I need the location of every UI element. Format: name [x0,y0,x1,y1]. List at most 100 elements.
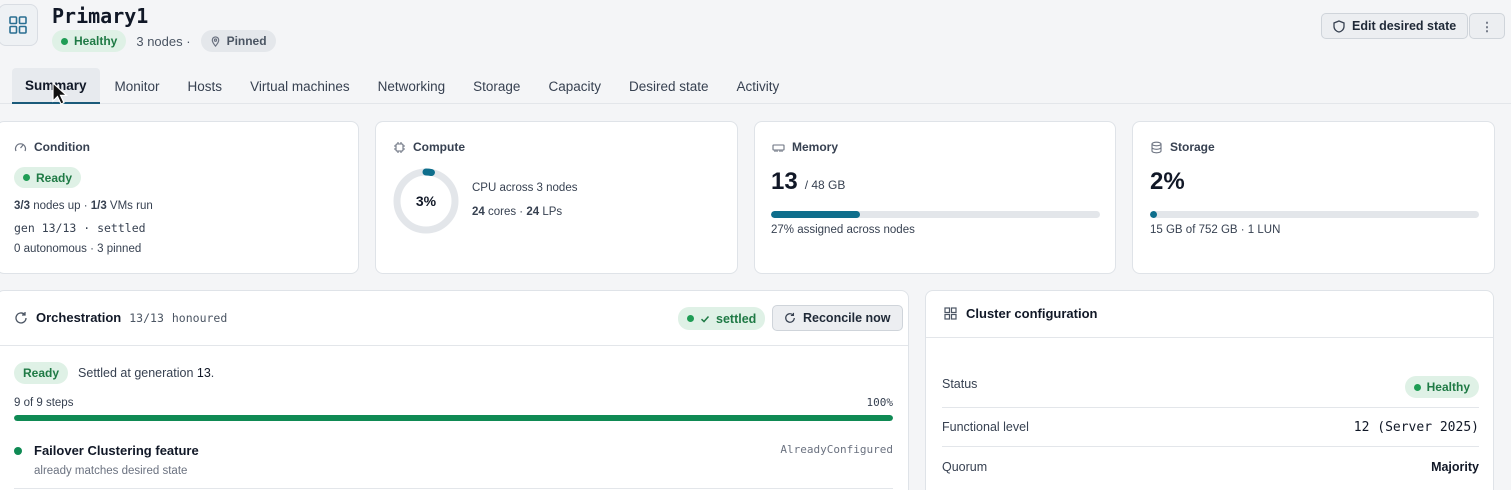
tab-capacity[interactable]: Capacity [535,68,614,104]
cluster-row-label: Functional level [942,420,1029,434]
condition-title: Condition [34,140,90,154]
refresh-icon [785,312,795,323]
cpu-donut: 3% [393,168,459,234]
steps-progress-fill [14,415,893,421]
page-title: Primary1 [52,4,149,28]
orchestration-header: Orchestration 13/13 honoured settled Rec… [0,291,908,346]
cpu-cores-line: 24 cores · 24 LPs [472,206,562,218]
lps-text: LPs [539,206,563,218]
cluster-row-value: 12 (Server 2025) [1353,419,1479,435]
generation-line: gen 13/13 · settled [14,221,146,235]
reconcile-now-label: Reconcile now [803,311,891,325]
cluster-row-label: Status [942,377,978,391]
memory-bar [771,211,1100,218]
settled-text-period: . [210,366,215,380]
settled-text: Settled at generation 13. [78,366,214,380]
tab-activity[interactable]: Activity [724,68,793,104]
cores-text: cores · [484,206,527,218]
tab-hosts[interactable]: Hosts [175,68,236,104]
steps-count: 9 of 9 steps [14,396,74,409]
cluster-row-label: Quorum [942,459,988,474]
nodes-up-line: 3/3 nodes up · 1/3 VMs run [14,200,153,212]
header-meta: Healthy 3 nodes · Pinned [52,30,276,52]
nodes-up-text: nodes up · [30,200,91,212]
vms-count: 1/3 [90,200,107,212]
step-title: Failover Clustering feature [34,443,199,458]
orchestration-card: Orchestration 13/13 honoured settled Rec… [0,290,909,490]
settled-badge: settled [678,307,766,330]
nodes-up-count: 3/3 [14,200,30,212]
cpu-percent: 3% [416,193,437,209]
more-options-button[interactable]: ⋮ [1469,13,1505,39]
settled-label: settled [716,311,757,326]
storage-footer: 15 GB of 752 GB · 1 LUN [1150,224,1281,236]
storage-value: 2% [1150,168,1185,195]
cluster-status-label: Healthy [1426,380,1470,394]
more-icon: ⋮ [1480,19,1494,34]
settled-dot-icon [687,315,694,322]
step-subtitle: already matches desired state [34,465,188,477]
steps-progress-bar [14,415,893,421]
pinned-label: Pinned [226,34,267,48]
condition-title-row: Condition [14,140,90,154]
memory-title-row: Memory [772,140,838,154]
check-icon [700,315,710,323]
settled-generation: 13 [196,366,211,380]
cluster-title-row: Cluster configuration [944,306,1097,321]
memory-value: 13 [771,168,798,195]
grid-icon [0,4,38,46]
step-item[interactable]: Failover Clustering feature already matc… [14,439,893,489]
condition-card: Condition Ready 3/3 nodes up · 1/3 VMs r… [0,121,359,274]
storage-title: Storage [1170,140,1215,154]
memory-footer: 27% assigned across nodes [771,224,915,236]
shield-icon [1333,19,1345,33]
honoured-label: honoured [171,310,228,325]
memory-total: / 48 GB [804,178,846,192]
tab-desired-state[interactable]: Desired state [616,68,722,104]
steps-row: 9 of 9 steps 100% [14,396,893,409]
condition-ready-badge: Ready [14,167,82,188]
edit-desired-state-button[interactable]: Edit desired state [1321,13,1469,39]
autonomous-line: 0 autonomous · 3 pinned [14,243,142,255]
status-dot-icon [61,37,68,45]
storage-title-row: Storage [1150,140,1215,154]
memory-card: Memory 13 / 48 GB 27% assigned across no… [754,121,1116,274]
step-state: AlreadyConfigured [780,443,893,456]
lps-count: 24 [526,206,540,218]
cpu-description: CPU across 3 nodes [472,182,578,194]
storage-bar-fill [1150,211,1157,218]
memory-value-row: 13 / 48 GB [771,168,845,196]
cluster-row-quorum: Quorum Majority [942,447,1479,486]
pin-icon [211,35,219,47]
settled-text-prefix: Settled at generation [78,366,197,380]
condition-ready-label: Ready [36,170,73,185]
database-icon [1151,141,1162,153]
cluster-title: Cluster configuration [966,306,1098,321]
cluster-row-functional-level: Functional level 12 (Server 2025) [942,408,1479,447]
status-badge: Healthy [52,30,127,52]
cluster-status-badge: Healthy [1404,376,1479,398]
memory-title: Memory [792,140,839,154]
cluster-configuration-card: Cluster configuration Status Healthy Fun… [925,290,1494,490]
steps-percent: 100% [866,396,894,409]
cluster-header: Cluster configuration [926,291,1493,338]
orchestration-title: Orchestration [36,310,122,325]
gauge-icon [14,142,27,151]
tab-monitor[interactable]: Monitor [102,68,173,104]
tab-bar: Summary Monitor Hosts Virtual machines N… [12,68,794,104]
tab-networking[interactable]: Networking [365,68,459,104]
tab-virtual-machines[interactable]: Virtual machines [237,68,363,104]
vms-text: VMs run [106,200,153,212]
tab-storage[interactable]: Storage [460,68,533,104]
refresh-icon [15,311,27,324]
reconcile-now-button[interactable]: Reconcile now [772,305,903,331]
cpu-icon [394,141,405,153]
orchestration-ready-badge: Ready [14,362,69,384]
memory-bar-fill [771,211,860,218]
ready-dot-icon [23,174,30,181]
compute-title: Compute [413,140,465,154]
storage-bar [1150,211,1479,218]
status-badge-label: Healthy [74,34,118,48]
step-status-dot-icon [14,447,22,455]
compute-card: Compute 3% CPU across 3 nodes 24 cores ·… [375,121,738,274]
